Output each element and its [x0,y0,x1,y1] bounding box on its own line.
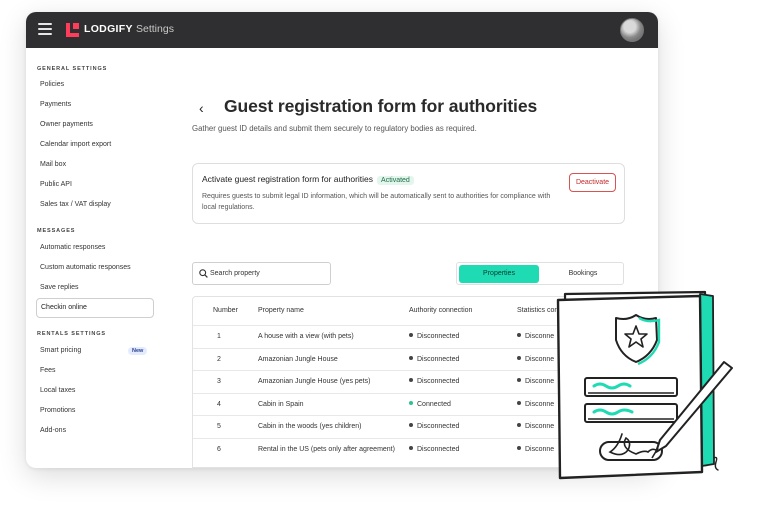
cell-property-name: Amazonian Jungle House [258,355,338,363]
cell-number: 3 [217,378,221,385]
column-header-number: Number [213,307,238,314]
tab-bookings[interactable]: Bookings [543,265,623,283]
status-dot-icon [409,333,413,337]
status-dot-icon [409,400,413,405]
sidebar-item-fees[interactable]: Fees [40,367,56,374]
sidebar-heading-general: GENERAL SETTINGS [37,66,108,72]
avatar[interactable] [620,18,644,42]
sidebar-item-policies[interactable]: Policies [40,81,64,88]
page-title: Guest registration form for authorities [224,96,538,116]
top-bar: LODGIFY Settings [26,12,658,48]
card-title: Activate guest registration form for aut… [202,174,414,185]
page-subtitle: Gather guest ID details and submit them … [192,124,477,133]
column-header-property-name: Property name [258,307,304,314]
sidebar-item-automatic-responses[interactable]: Automatic responses [40,244,105,251]
cell-property-name: Cabin in the woods (yes children) [258,423,362,430]
deactivate-button[interactable]: Deactivate [569,173,616,192]
cell-authority: Disconnected [409,333,459,340]
police-form-illustration [556,290,733,480]
authority-status: Connected [417,400,451,408]
section-title: Settings [136,23,174,35]
sidebar-item-payments[interactable]: Payments [40,101,71,108]
sidebar-heading-rentals: RENTALS SETTINGS [37,331,106,337]
back-chevron-icon[interactable]: ‹ [199,100,204,116]
lodgify-logo-icon [66,23,79,37]
hamburger-icon[interactable] [38,23,52,35]
settings-sidebar: GENERAL SETTINGS Policies Payments Owner… [26,48,166,468]
sidebar-heading-messages: MESSAGES [37,228,76,234]
cell-property-name: Amazonian Jungle House (yes pets) [258,378,371,385]
authority-status: Disconnected [417,423,460,430]
authority-status: Disconnected [417,355,460,363]
cell-number: 5 [217,423,221,430]
sidebar-item-local-taxes[interactable]: Local taxes [40,387,75,394]
card-description: Requires guests to submit legal ID infor… [202,193,551,211]
search-input[interactable]: Search property [192,262,331,285]
cell-authority: Disconnected [409,423,459,430]
authority-status: Disconnected [417,333,460,340]
sidebar-item-checkin-online[interactable]: Checkin online [36,298,154,318]
sidebar-item-owner-payments[interactable]: Owner payments [40,121,93,128]
cell-authority: Disconnected [409,355,460,363]
status-dot-icon [517,445,521,450]
sidebar-item-custom-automatic-responses[interactable]: Custom automatic responses [40,264,131,271]
cell-authority: Disconnected [409,445,460,453]
status-dot-icon [409,423,413,427]
sidebar-item-sales-tax[interactable]: Sales tax / VAT display [40,201,111,208]
cell-property-name: A house with a view (with pets) [258,333,354,340]
cell-number: 6 [217,445,221,453]
activation-card: Activate guest registration form for aut… [192,163,625,224]
new-badge: New [128,347,148,355]
search-icon [199,269,208,278]
sidebar-item-mail-box[interactable]: Mail box [40,161,66,168]
search-placeholder: Search property [210,270,260,277]
status-dot-icon [517,423,521,427]
status-dot-icon [517,333,521,337]
cell-number: 2 [217,355,221,363]
cell-authority: Disconnected [409,378,459,385]
cell-property-name: Rental in the US (pets only after agreem… [258,445,395,453]
card-title-text: Activate guest registration form for aut… [202,174,374,184]
sidebar-item-calendar-import-export[interactable]: Calendar import export [40,141,111,148]
sidebar-item-smart-pricing[interactable]: Smart pricing [40,347,81,354]
tab-properties[interactable]: Properties [459,265,539,283]
sidebar-item-save-replies[interactable]: Save replies [40,284,79,291]
column-header-authority: Authority connection [409,307,473,314]
sidebar-item-public-api[interactable]: Public API [40,181,72,188]
authority-status: Disconnected [417,378,460,385]
status-dot-icon [517,355,521,360]
status-dot-icon [517,378,521,382]
cell-property-name: Cabin in Spain [258,400,304,408]
cell-authority: Connected [409,400,451,408]
status-dot-icon [409,445,413,450]
cell-number: 1 [217,333,221,340]
status-dot-icon [409,355,413,360]
brand-name[interactable]: LODGIFY [84,23,133,35]
status-dot-icon [409,378,413,382]
sidebar-item-promotions[interactable]: Promotions [40,407,75,414]
status-badge: Activated [377,176,414,185]
sidebar-item-add-ons[interactable]: Add-ons [40,427,66,434]
status-dot-icon [517,400,521,405]
cell-number: 4 [217,400,221,408]
authority-status: Disconnected [417,445,460,453]
